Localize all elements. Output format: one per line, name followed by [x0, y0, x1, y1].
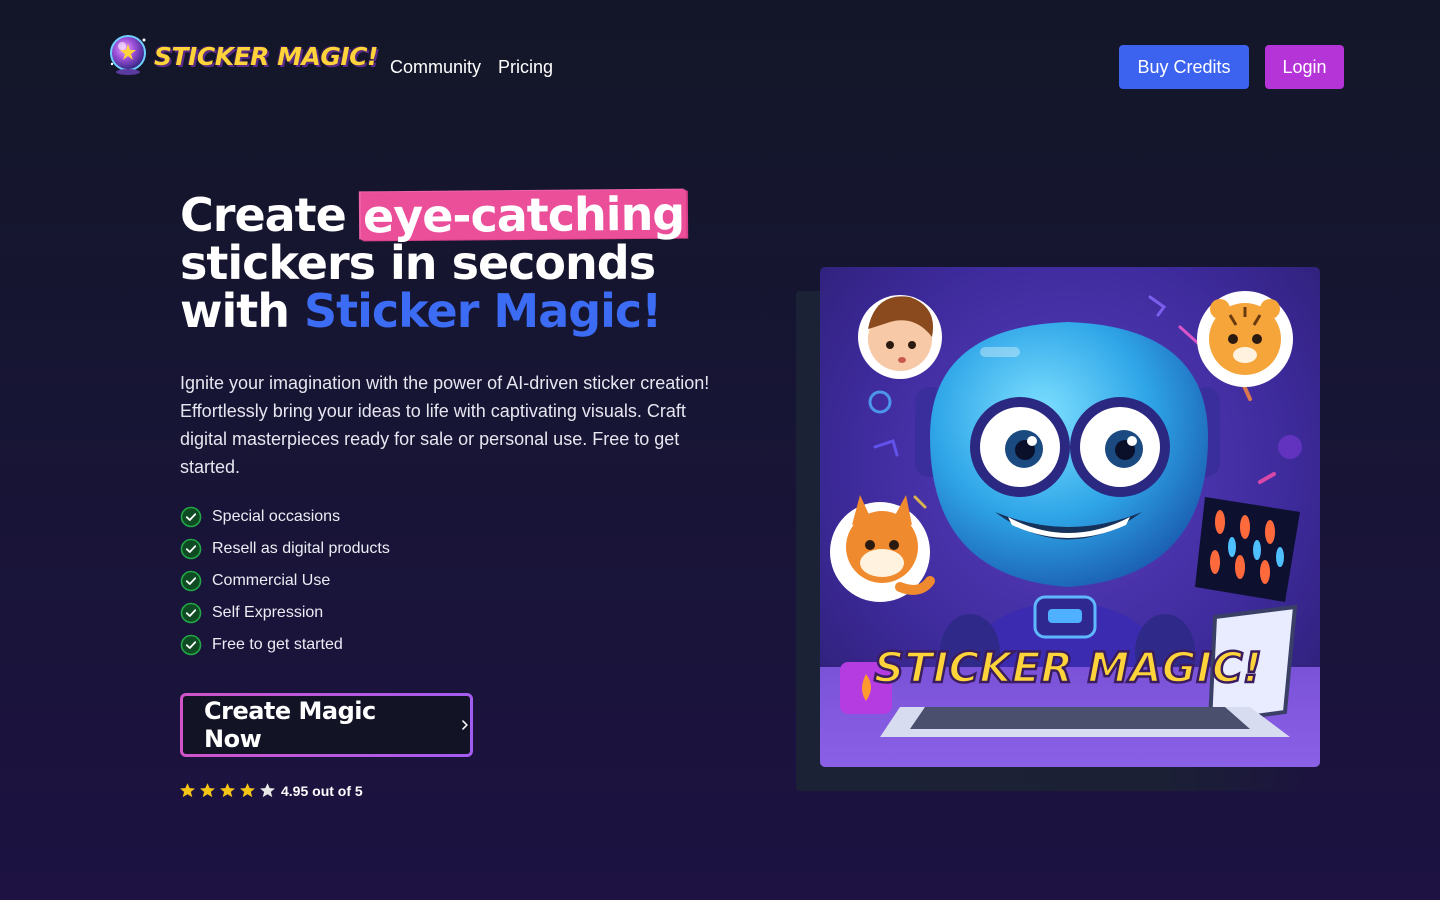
hero-title-highlight: eye-catching [360, 186, 687, 244]
check-circle-icon [180, 634, 202, 656]
logo-text: STICKER MAGIC! [154, 41, 378, 71]
sticker-tiger [1197, 291, 1293, 387]
site-header: STICKER MAGIC! Community Pricing Buy Cre… [0, 0, 1440, 130]
feature-item: Special occasions [180, 501, 390, 533]
star-icon [200, 783, 215, 798]
star-icon [220, 783, 235, 798]
chevron-right-icon [462, 720, 468, 730]
image-caption: STICKER MAGIC! [874, 643, 1262, 692]
feature-label: Self Expression [212, 604, 324, 621]
sticker-boy [858, 295, 942, 379]
cta-label: Create Magic Now [204, 697, 376, 753]
hero-title: Create eye-catching stickers in seconds … [180, 186, 740, 338]
feature-label: Special occasions [212, 508, 341, 525]
nav-link-pricing[interactable]: Pricing [498, 55, 553, 79]
feature-label: Commercial Use [212, 572, 331, 589]
check-circle-icon [180, 538, 202, 560]
hero-image: STICKER MAGIC! [820, 267, 1320, 767]
hero-description: Ignite your imagination with the power o… [180, 373, 710, 477]
cta-inner[interactable]: Create Magic Now [183, 696, 470, 754]
feature-label: Free to get started [212, 636, 343, 653]
sticker-rockets [1195, 497, 1300, 602]
hero-title-part1: Create [180, 188, 361, 242]
login-button[interactable]: Login [1265, 45, 1344, 89]
logo[interactable]: STICKER MAGIC! [106, 32, 378, 78]
check-circle-icon [180, 570, 202, 592]
nav-link-community[interactable]: Community [390, 55, 481, 79]
feature-item: Free to get started [180, 629, 390, 661]
crystal-ball-icon [110, 35, 146, 75]
create-magic-now-button[interactable]: Create Magic Now [180, 693, 473, 757]
rating-text: 4.95 out of 5 [281, 782, 363, 799]
feature-item: Commercial Use [180, 565, 390, 597]
rating: 4.95 out of 5 [179, 782, 363, 799]
robot-illustration: STICKER MAGIC! [820, 267, 1320, 767]
feature-label: Resell as digital products [212, 540, 390, 557]
star-icon [240, 783, 255, 798]
main-nav: Community Pricing [390, 55, 553, 79]
star-icon [180, 783, 195, 798]
check-circle-icon [180, 506, 202, 528]
feature-item: Resell as digital products [180, 533, 390, 565]
feature-item: Self Expression [180, 597, 390, 629]
star-icon [260, 783, 275, 798]
feature-list: Special occasions Resell as digital prod… [180, 501, 390, 661]
hero-title-brand: Sticker Magic! [304, 284, 662, 338]
check-circle-icon [180, 602, 202, 624]
buy-credits-button[interactable]: Buy Credits [1119, 45, 1249, 89]
